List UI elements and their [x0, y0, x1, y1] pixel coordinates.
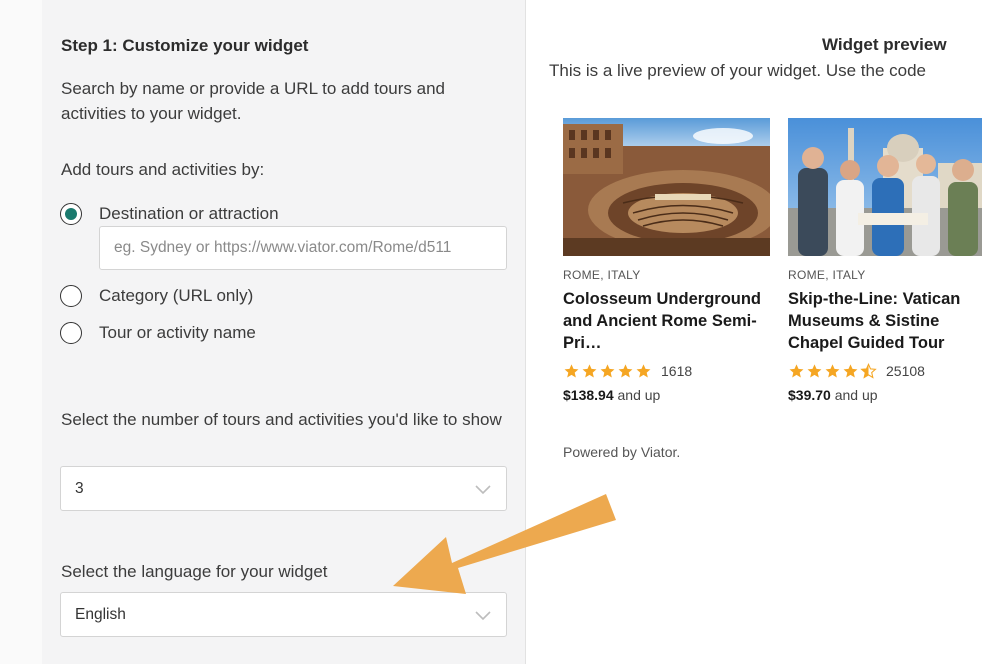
card-title[interactable]: Colosseum Underground and Ancient Rome S… [563, 288, 770, 354]
count-select[interactable]: 3 [60, 466, 507, 511]
tour-card[interactable]: ROME, ITALY Skip-the-Line: Vatican Museu… [788, 118, 982, 403]
radio-destination[interactable]: Destination or attraction [60, 203, 279, 225]
card-rating: 1618 [563, 363, 770, 379]
vatican-tour-image[interactable] [788, 118, 982, 256]
radio-label-category: Category (URL only) [99, 286, 254, 305]
star-icon [582, 364, 597, 378]
preview-subtitle: This is a live preview of your widget. U… [549, 61, 927, 80]
star-icon [825, 364, 840, 378]
star-icon [618, 364, 633, 378]
star-icon [636, 364, 651, 378]
chevron-down-icon [475, 610, 491, 620]
language-label: Select the language for your widget [61, 562, 328, 581]
card-price: $138.94 and up [563, 387, 770, 403]
tour-card[interactable]: ROME, ITALY Colosseum Underground and An… [563, 118, 770, 403]
card-title-text[interactable]: Colosseum Underground and Ancient Rome S… [563, 290, 761, 352]
powered-by-link[interactable]: Powered by Viator. [563, 444, 680, 460]
step-description: Search by name or provide a URL to add t… [61, 79, 445, 123]
count-label: Select the number of tours and activitie… [61, 410, 502, 429]
card-rating: 25108 [788, 363, 982, 379]
card-location: ROME, ITALY [788, 268, 866, 282]
card-title[interactable]: Skip-the-Line: Vatican Museums & Sistine… [788, 288, 982, 354]
customize-panel: Step 1: Customize your widget Search by … [42, 0, 526, 664]
radio-label-tour-name: Tour or activity name [99, 323, 256, 342]
star-icon [789, 364, 804, 378]
price-value: $138.94 [563, 387, 614, 403]
language-select-value: English [75, 605, 126, 623]
price-suffix: and up [617, 387, 661, 403]
review-count: 1618 [661, 363, 693, 379]
search-input[interactable] [99, 226, 507, 270]
count-select-value: 3 [75, 479, 84, 497]
card-title-text[interactable]: Skip-the-Line: Vatican Museums & Sistine… [788, 290, 960, 352]
star-icon [600, 364, 615, 378]
card-price: $39.70 and up [788, 387, 982, 403]
step-title: Step 1: Customize your widget [61, 36, 309, 55]
preview-title: Widget preview [822, 35, 947, 54]
radio-button-selected[interactable] [60, 203, 82, 225]
left-gutter [0, 0, 43, 664]
radio-button[interactable] [60, 322, 82, 344]
star-rating [563, 363, 653, 379]
colosseum-image[interactable] [563, 118, 770, 256]
star-icon [564, 364, 579, 378]
radio-label-destination: Destination or attraction [99, 204, 279, 223]
radio-category[interactable]: Category (URL only) [60, 285, 253, 307]
chevron-down-icon [475, 484, 491, 494]
star-half-icon [860, 363, 877, 379]
price-suffix: and up [834, 387, 878, 403]
review-count: 25108 [886, 363, 925, 379]
language-select[interactable]: English [60, 592, 507, 637]
price-value: $39.70 [788, 387, 831, 403]
star-icon [807, 364, 822, 378]
add-by-label: Add tours and activities by: [61, 160, 265, 179]
radio-tour-name[interactable]: Tour or activity name [60, 322, 256, 344]
radio-button[interactable] [60, 285, 82, 307]
star-icon [843, 364, 858, 378]
star-rating [788, 363, 878, 379]
card-location: ROME, ITALY [563, 268, 641, 282]
